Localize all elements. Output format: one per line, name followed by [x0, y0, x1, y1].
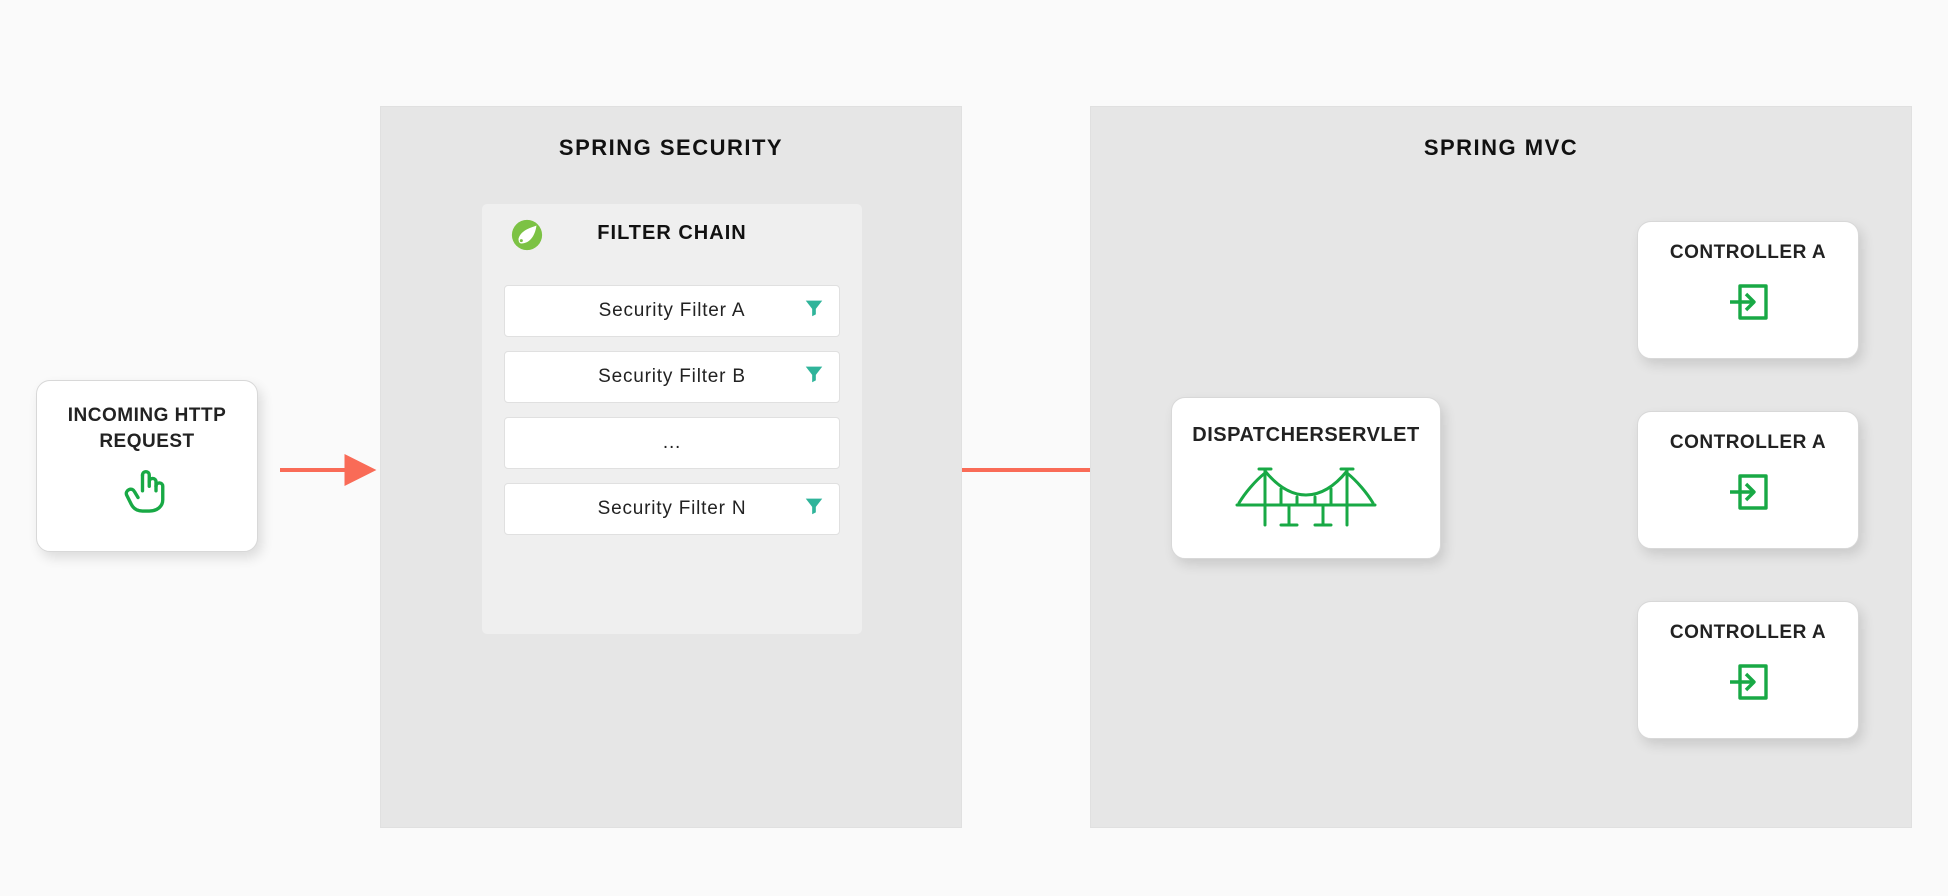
spring-logo-icon	[510, 218, 544, 257]
filter-item: Security Filter N	[504, 483, 840, 535]
filter-item-label: Security Filter N	[598, 498, 747, 520]
filter-item: Security Filter B	[504, 351, 840, 403]
filter-item-label: Security Filter A	[599, 300, 746, 322]
enter-arrow-icon	[1638, 468, 1858, 516]
incoming-title: INCOMING HTTP REQUEST	[37, 381, 257, 460]
filter-item: Security Filter A	[504, 285, 840, 337]
spring-mvc-title: SPRING MVC	[1091, 135, 1911, 161]
filter-chain-title: FILTER CHAIN	[597, 222, 746, 244]
filter-chain-box: FILTER CHAIN Security Filter A Security …	[481, 203, 863, 635]
controller-box: CONTROLLER A	[1637, 411, 1859, 549]
controller-box: CONTROLLER A	[1637, 221, 1859, 359]
spring-security-panel: SPRING SECURITY FILTER CHAIN Security Fi…	[380, 106, 962, 828]
filter-chain-items: Security Filter A Security Filter B ... …	[482, 263, 862, 561]
funnel-icon	[803, 495, 825, 523]
controller-title: CONTROLLER A	[1638, 222, 1858, 264]
incoming-request-box: INCOMING HTTP REQUEST	[36, 380, 258, 552]
filter-item-label: Security Filter B	[598, 366, 746, 388]
enter-arrow-icon	[1638, 658, 1858, 706]
dispatcher-title: DISPATCHERSERVLET	[1172, 398, 1440, 447]
controller-box: CONTROLLER A	[1637, 601, 1859, 739]
incoming-title-line1: INCOMING HTTP	[68, 405, 227, 426]
controller-title: CONTROLLER A	[1638, 602, 1858, 644]
pointer-icon	[37, 466, 257, 520]
enter-arrow-icon	[1638, 278, 1858, 326]
funnel-icon	[803, 297, 825, 325]
funnel-icon	[803, 363, 825, 391]
controller-title: CONTROLLER A	[1638, 412, 1858, 454]
dispatcher-servlet-box: DISPATCHERSERVLET	[1171, 397, 1441, 559]
spring-mvc-panel: SPRING MVC DISPATCHERSERVLET	[1090, 106, 1912, 828]
spring-security-title: SPRING SECURITY	[381, 135, 961, 161]
filter-item: ...	[504, 417, 840, 469]
bridge-icon	[1172, 459, 1440, 531]
incoming-title-line2: REQUEST	[99, 431, 194, 452]
filter-item-label: ...	[663, 432, 681, 454]
